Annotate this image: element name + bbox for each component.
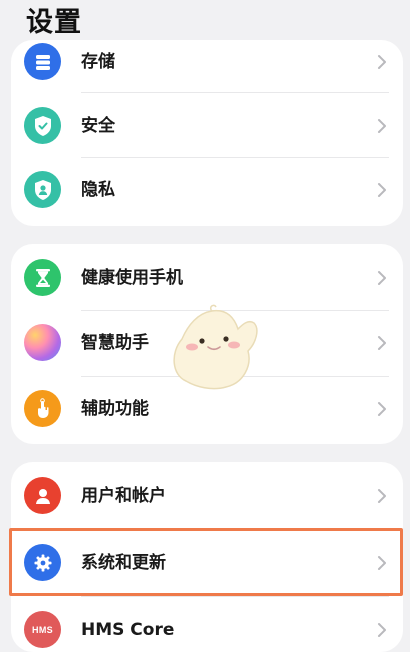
settings-item-accessibility[interactable]: 辅助功能: [11, 377, 403, 441]
chevron-right-icon: [378, 183, 386, 197]
settings-group-3: 用户和帐户 系统和更新 HMS HMS Core: [11, 462, 403, 652]
settings-item-storage[interactable]: 存储: [11, 40, 403, 94]
settings-item-label: 辅助功能: [81, 399, 149, 419]
hms-icon-text: HMS: [32, 624, 53, 635]
divider: [81, 528, 389, 529]
accessibility-hand-icon: [24, 390, 61, 427]
hms-icon: HMS: [24, 611, 61, 648]
chevron-right-icon: [378, 55, 386, 69]
divider: [81, 596, 389, 597]
storage-icon: [24, 43, 61, 80]
settings-item-label: 用户和帐户: [81, 486, 166, 506]
shield-check-icon: [24, 107, 61, 144]
privacy-icon: [24, 171, 61, 208]
settings-item-smart-assistant[interactable]: 智慧助手: [11, 311, 403, 375]
chevron-right-icon: [378, 119, 386, 133]
settings-item-label: 安全: [81, 116, 115, 136]
settings-group-1: 存储 安全 隐私: [11, 40, 403, 226]
chevron-right-icon: [378, 623, 386, 637]
settings-item-label: 隐私: [81, 180, 115, 200]
chevron-right-icon: [378, 556, 386, 570]
settings-item-security[interactable]: 安全: [11, 94, 403, 158]
settings-item-privacy[interactable]: 隐私: [11, 158, 403, 222]
settings-item-label: 健康使用手机: [81, 268, 183, 288]
settings-item-label: HMS Core: [81, 620, 175, 640]
settings-item-users-accounts[interactable]: 用户和帐户: [11, 464, 403, 528]
settings-item-label: 系统和更新: [81, 553, 166, 573]
settings-item-label: 智慧助手: [81, 333, 149, 353]
page-title: 设置: [26, 7, 82, 38]
chevron-right-icon: [378, 402, 386, 416]
chevron-right-icon: [378, 271, 386, 285]
settings-item-system-updates[interactable]: 系统和更新: [11, 531, 403, 595]
chevron-right-icon: [378, 336, 386, 350]
divider: [81, 92, 389, 93]
settings-item-label: 存储: [81, 52, 115, 72]
settings-item-digital-balance[interactable]: 健康使用手机: [11, 246, 403, 310]
settings-item-hms-core[interactable]: HMS HMS Core: [11, 598, 403, 652]
chevron-right-icon: [378, 489, 386, 503]
settings-group-2: 健康使用手机 智慧助手 辅助功能: [11, 244, 403, 444]
system-gear-icon: [24, 544, 61, 581]
hourglass-icon: [24, 259, 61, 296]
user-icon: [24, 477, 61, 514]
smart-assistant-icon: [24, 324, 61, 361]
